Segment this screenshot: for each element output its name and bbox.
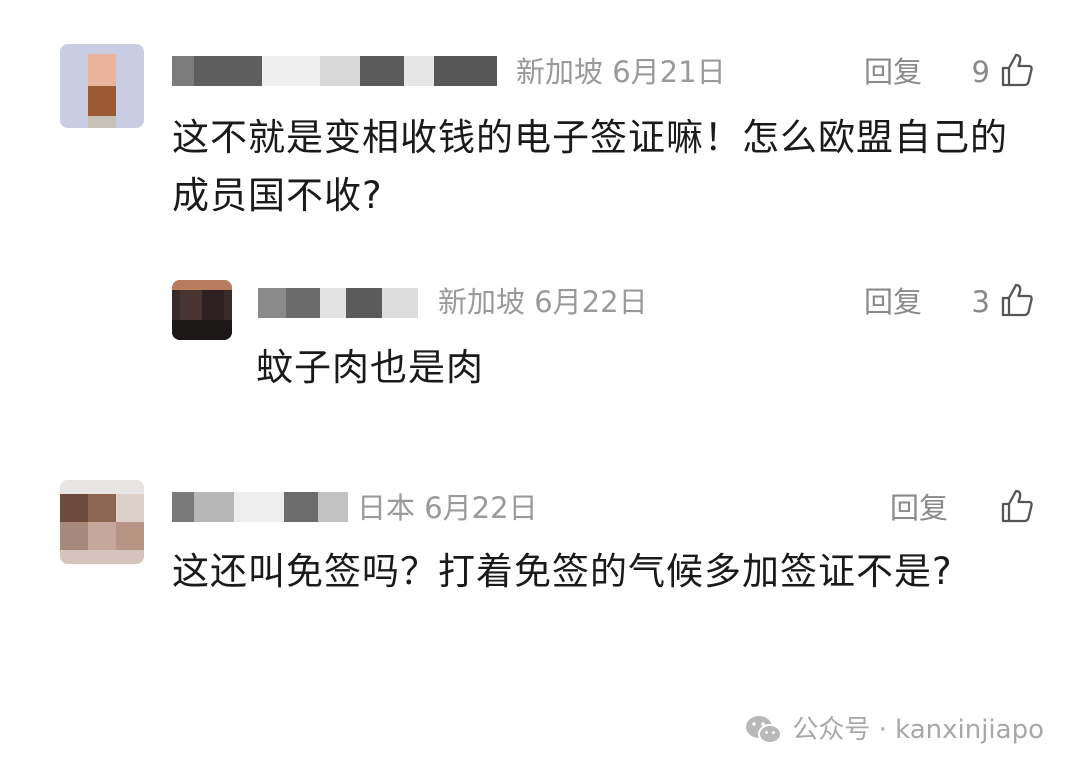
comment-meta: 日本 6月22日 [357,488,538,528]
comment-meta: 新加坡 6月21日 [516,52,726,92]
comment-location: 新加坡 [516,55,604,89]
comment-text: 这还叫免签吗？打着免签的气候多加签证不是? [172,550,953,593]
avatar[interactable] [60,480,144,564]
comment-text: 蚊子肉也是肉 [256,346,484,389]
thumbs-up-icon[interactable] [1000,488,1034,524]
username-blurred[interactable] [258,288,418,318]
reply-button[interactable]: 回复 [890,488,948,528]
account-label: 公众号 · kanxinjiapo [792,715,1044,745]
like-count: 3 [971,285,990,319]
wechat-icon [746,716,783,744]
comment-location: 日本 [357,491,416,525]
thumbs-up-icon[interactable] [1000,282,1034,318]
comment-date: 6月22日 [534,285,648,319]
comment-location: 新加坡 [438,285,526,319]
comment-meta: 新加坡 6月22日 [438,282,648,322]
account-watermark: 公众号 · kanxinjiapo [744,710,1044,750]
avatar[interactable] [172,280,232,340]
reply-button[interactable]: 回复 [864,52,922,92]
username-blurred[interactable] [172,56,497,86]
comment-date: 6月22日 [424,491,538,525]
like-count: 9 [971,55,990,89]
avatar[interactable] [60,44,144,128]
reply-comment-item: 新加坡 6月22日 回复 3 蚊子肉也是肉 [0,240,1080,420]
username-blurred[interactable] [172,492,348,522]
thumbs-up-icon[interactable] [1000,52,1034,88]
comment-item: 新加坡 6月21日 回复 9 这不就是变相收钱的电子签证嘛！怎么欧盟自己的成员国… [0,0,1080,230]
reply-button[interactable]: 回复 [864,282,922,322]
comment-item: 日本 6月22日 回复 这还叫免签吗？打着免签的气候多加签证不是? [0,440,1080,680]
comment-date: 6月21日 [612,55,726,89]
comment-text: 这不就是变相收钱的电子签证嘛！怎么欧盟自己的成员国不收? [172,116,1008,217]
